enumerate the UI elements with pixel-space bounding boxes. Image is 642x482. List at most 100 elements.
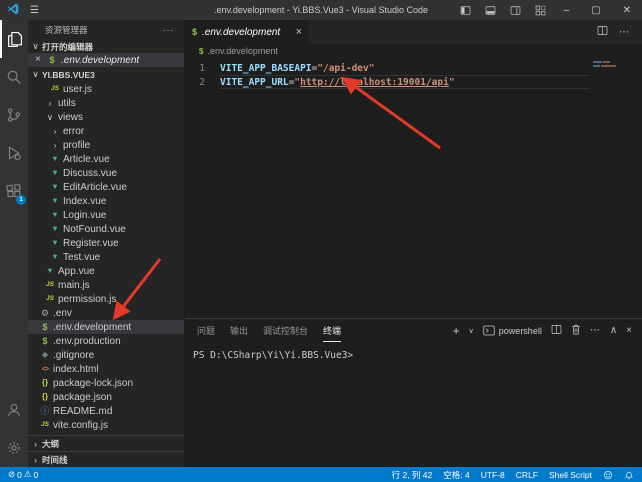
split-terminal-icon[interactable]: [551, 322, 562, 340]
minimap[interactable]: [593, 61, 629, 69]
maximize-button[interactable]: ▢: [580, 0, 611, 20]
tree-item-NotFound.vue[interactable]: ▼NotFound.vue: [28, 222, 184, 236]
tree-item-views[interactable]: ∨views: [28, 110, 184, 124]
activity-item-explorer[interactable]: [0, 20, 28, 58]
js-file-icon: JS: [40, 422, 50, 429]
vue-file-icon: ▼: [50, 183, 60, 191]
tree-item-.env[interactable]: ⚙.env: [28, 306, 184, 320]
title-bar: ☰ .env.development - Yi.BBS.Vue3 - Visua…: [0, 0, 642, 20]
feedback-icon[interactable]: [603, 470, 613, 480]
extensions-badge: 1: [16, 195, 26, 205]
tree-item-Discuss.vue[interactable]: ▼Discuss.vue: [28, 166, 184, 180]
explorer-sidebar: 资源管理器 ··· ∨ 打开的编辑器 × $ .env.development …: [28, 20, 185, 467]
tree-item-package-lock.json[interactable]: {}package-lock.json: [28, 376, 184, 390]
url-link[interactable]: http://localhost:19001/api: [300, 77, 449, 88]
tree-item-index.html[interactable]: <>index.html: [28, 362, 184, 376]
toggle-panel-icon[interactable]: [478, 0, 503, 20]
terminal-instance[interactable]: powershell: [483, 325, 542, 336]
shell-label: powershell: [499, 326, 542, 336]
quote: ": [449, 77, 455, 88]
open-editor-item[interactable]: × $ .env.development: [28, 53, 184, 67]
code-editor[interactable]: 1 VITE_APP_BASEAPI="/api-dev" 2 VITE_APP…: [185, 58, 642, 318]
encoding[interactable]: UTF-8: [481, 470, 505, 480]
open-editors-label: 打开的编辑器: [42, 41, 93, 53]
problems-status[interactable]: ⊘ 0 ⚠ 0: [8, 469, 38, 480]
tree-item-utils[interactable]: ›utils: [28, 96, 184, 110]
tree-item-README.md[interactable]: ⓘREADME.md: [28, 404, 184, 418]
tree-item-user.js[interactable]: JSuser.js: [28, 82, 184, 96]
chevron-down-icon: ∨: [31, 41, 40, 52]
activity-item-run-debug[interactable]: [0, 134, 28, 172]
tree-item-Index.vue[interactable]: ▼Index.vue: [28, 194, 184, 208]
tree-item-Article.vue[interactable]: ▼Article.vue: [28, 152, 184, 166]
tree-item-package.json[interactable]: {}package.json: [28, 390, 184, 404]
tree-item-error[interactable]: ›error: [28, 124, 184, 138]
panel-tabs: 问题输出调试控制台终端: [197, 319, 356, 342]
tree-item-main.js[interactable]: JSmain.js: [28, 278, 184, 292]
tab-label: .env.development: [202, 27, 280, 38]
project-header[interactable]: ∨ YI.BBS.VUE3: [28, 67, 184, 82]
tree-item-.env.production[interactable]: $.env.production: [28, 334, 184, 348]
error-count: 0: [17, 470, 22, 480]
breadcrumb[interactable]: $ .env.development: [185, 44, 642, 58]
panel-tab-3[interactable]: 终端: [323, 319, 341, 342]
close-panel-icon[interactable]: ×: [626, 325, 632, 336]
customize-layout-icon[interactable]: [528, 0, 553, 20]
tree-item-label: permission.js: [58, 294, 116, 305]
tree-item-Login.vue[interactable]: ▼Login.vue: [28, 208, 184, 222]
activity-item-extensions[interactable]: 1: [0, 172, 28, 210]
terminal-output[interactable]: PS D:\CSharp\Yi\Yi.BBS.Vue3>: [185, 342, 642, 361]
tree-item-profile[interactable]: ›profile: [28, 138, 184, 152]
maximize-panel-icon[interactable]: ∧: [610, 325, 617, 336]
eol-sequence[interactable]: CRLF: [516, 470, 538, 480]
close-tab-icon[interactable]: ×: [296, 27, 302, 38]
tree-item-EditArticle.vue[interactable]: ▼EditArticle.vue: [28, 180, 184, 194]
toggle-sidebar-icon[interactable]: [453, 0, 478, 20]
open-editor-label: .env.development: [61, 55, 139, 66]
open-editors-header[interactable]: ∨ 打开的编辑器: [28, 40, 184, 53]
panel-tab-1[interactable]: 输出: [230, 319, 248, 342]
tree-item-label: index.html: [53, 364, 99, 375]
vue-file-icon: ▼: [50, 225, 60, 233]
activity-item-source-control[interactable]: [0, 96, 28, 134]
tree-item-label: Article.vue: [63, 154, 110, 165]
tree-item-vite.config.js[interactable]: JSvite.config.js: [28, 418, 184, 432]
indentation[interactable]: 空格: 4: [443, 469, 469, 481]
cursor-position[interactable]: 行 2, 列 42: [392, 469, 433, 481]
panel-more-icon[interactable]: ⋯: [590, 325, 601, 336]
toggle-secondary-sidebar-icon[interactable]: [503, 0, 528, 20]
kill-terminal-icon[interactable]: [571, 322, 581, 340]
tree-item-.gitignore[interactable]: ◆.gitignore: [28, 348, 184, 362]
close-window-button[interactable]: ✕: [612, 0, 642, 20]
terminal-dropdown-icon[interactable]: ∨: [469, 327, 474, 335]
outline-section[interactable]: › 大纲: [28, 435, 184, 451]
sidebar-more-icon[interactable]: ···: [163, 25, 175, 36]
tree-item-label: user.js: [63, 84, 92, 95]
minimize-button[interactable]: –: [553, 0, 581, 20]
tree-item-label: Index.vue: [63, 196, 106, 207]
menu-icon[interactable]: ☰: [30, 5, 39, 16]
json-file-icon: {}: [40, 393, 50, 401]
activity-item-search[interactable]: [0, 58, 28, 96]
notifications-bell-icon[interactable]: [624, 470, 634, 480]
tree-item-Test.vue[interactable]: ▼Test.vue: [28, 250, 184, 264]
terminal-prompt: PS D:\CSharp\Yi\Yi.BBS.Vue3>: [193, 350, 353, 361]
tree-item-Register.vue[interactable]: ▼Register.vue: [28, 236, 184, 250]
explorer-icon: [6, 31, 23, 48]
new-terminal-icon[interactable]: +: [453, 325, 460, 337]
tab-env-development[interactable]: $ .env.development ×: [185, 20, 309, 44]
activity-item-settings[interactable]: [0, 429, 28, 467]
tree-item-App.vue[interactable]: ▼App.vue: [28, 264, 184, 278]
panel-tab-0[interactable]: 问题: [197, 319, 215, 342]
language-mode[interactable]: Shell Script: [549, 470, 592, 480]
tree-item-label: README.md: [53, 406, 112, 417]
tree-item-.env.development[interactable]: $.env.development: [28, 320, 184, 334]
panel-tab-2[interactable]: 调试控制台: [263, 319, 308, 342]
split-editor-icon[interactable]: [597, 23, 608, 41]
tree-item-permission.js[interactable]: JSpermission.js: [28, 292, 184, 306]
close-icon[interactable]: ×: [35, 55, 43, 65]
editor-more-icon[interactable]: ⋯: [619, 27, 630, 38]
activity-item-account[interactable]: [0, 391, 28, 429]
js-file-icon: JS: [45, 296, 55, 303]
timeline-section[interactable]: › 时间线: [28, 451, 184, 467]
